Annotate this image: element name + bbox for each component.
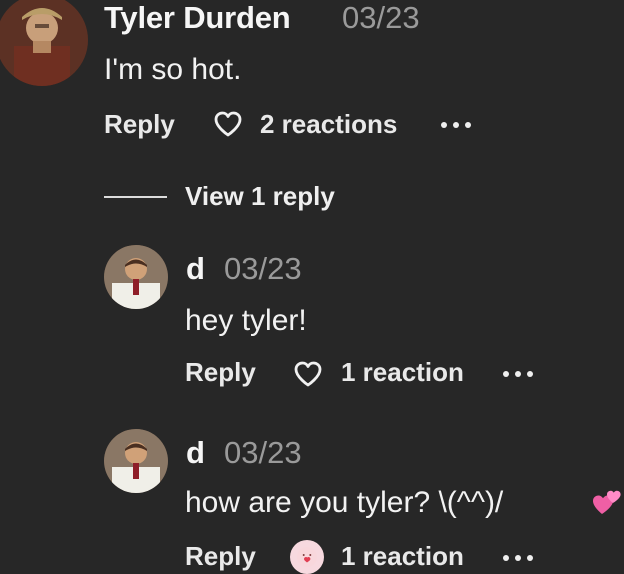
author-avatar[interactable] (0, 0, 88, 86)
comment-author[interactable]: Tyler Durden (104, 2, 291, 33)
thread-divider-line (104, 196, 167, 198)
avatar-image (0, 0, 88, 86)
reply-more-icon[interactable] (503, 368, 539, 380)
reply-avatar-image (104, 245, 168, 309)
comment-date: 03/23 (342, 0, 420, 35)
reply-avatar[interactable] (104, 245, 168, 309)
heart-outline-icon[interactable] (292, 360, 324, 388)
face-blowing-kiss-icon[interactable] (290, 540, 324, 574)
reply-reactions-count[interactable]: 1 reaction (341, 543, 464, 569)
reply-reply-button[interactable]: Reply (185, 359, 256, 385)
reply-author[interactable]: d (186, 253, 205, 284)
comment-reply-button[interactable]: Reply (104, 111, 175, 137)
heart-outline-icon[interactable] (212, 110, 244, 138)
comment-text: I'm so hot. (104, 53, 242, 86)
reply-more-icon[interactable] (503, 552, 539, 564)
reply-text: hey tyler! (185, 304, 307, 337)
reply-avatar-image (104, 429, 168, 493)
reply-date: 03/23 (224, 435, 302, 470)
reply-reactions-count[interactable]: 1 reaction (341, 359, 464, 385)
comment-more-icon[interactable] (441, 119, 477, 131)
reply-avatar[interactable] (104, 429, 168, 493)
view-replies-button[interactable]: View 1 reply (185, 183, 335, 209)
two-hearts-icon (590, 486, 624, 520)
reply-date: 03/23 (224, 251, 302, 286)
reply-reply-button[interactable]: Reply (185, 543, 256, 569)
comment-reactions-count[interactable]: 2 reactions (260, 111, 397, 137)
reply-text: how are you tyler? \(^^)/ (185, 486, 504, 519)
reply-author[interactable]: d (186, 437, 205, 468)
